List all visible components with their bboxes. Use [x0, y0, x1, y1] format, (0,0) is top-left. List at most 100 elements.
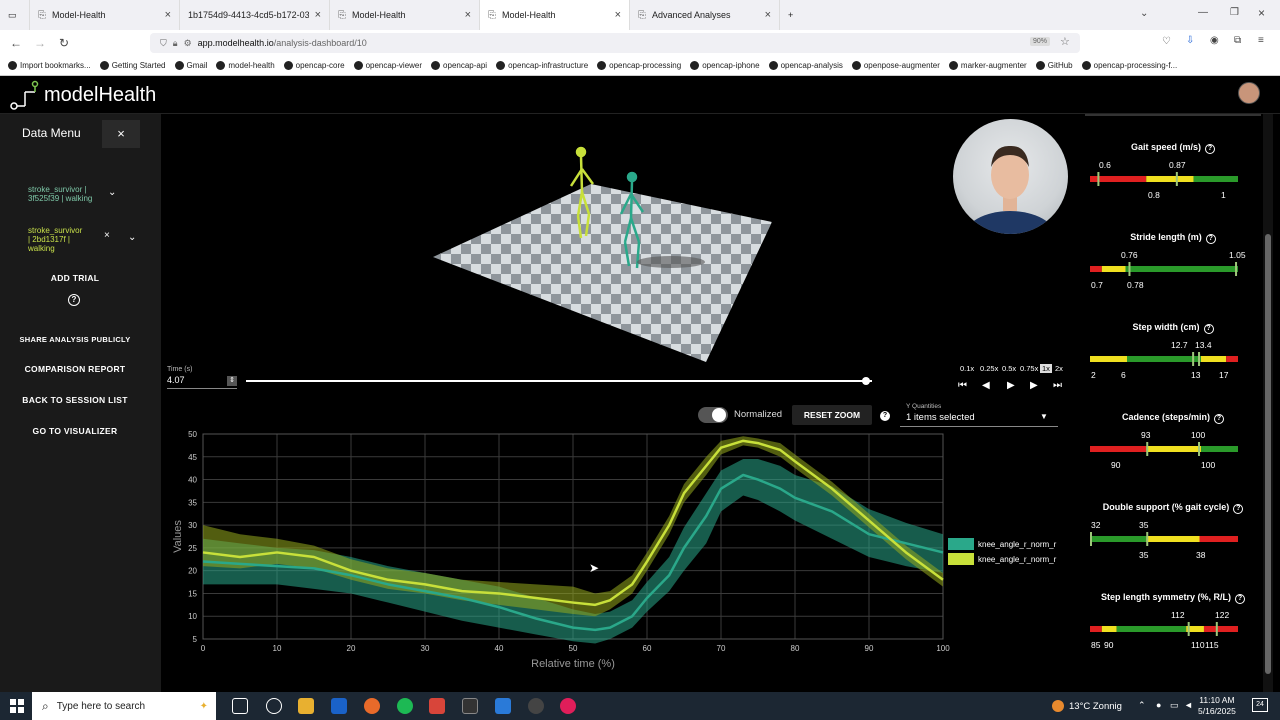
extensions-icon[interactable]: ⧉ [1234, 35, 1241, 46]
close-icon[interactable]: × [465, 9, 471, 21]
url-input[interactable]: ⛉ 🔒︎ ⚙ app.modelhealth.io/analysis-dashb… [150, 33, 1080, 53]
account-icon[interactable]: ◉ [1210, 35, 1219, 46]
timeline-handle[interactable] [861, 377, 870, 385]
new-tab-button[interactable]: + [780, 0, 810, 30]
download-icon[interactable]: ⇩ [1186, 35, 1194, 46]
task-view-icon[interactable] [232, 698, 248, 714]
add-trial-button[interactable]: ADD TRIAL [12, 273, 138, 283]
page-scrollbar[interactable] [1263, 114, 1273, 692]
scrollbar-thumb[interactable] [1265, 234, 1271, 674]
legend-item-2[interactable]: knee_angle_r_norm_r [948, 553, 1056, 565]
vscode-icon[interactable] [495, 698, 511, 714]
comparison-report-button[interactable]: COMPARISON REPORT [12, 364, 138, 374]
volume-icon[interactable]: ◄ [1184, 700, 1193, 710]
bookmark-item[interactable]: GitHub [1035, 61, 1073, 70]
speed-option-0-25x[interactable]: 0.25x [980, 364, 998, 373]
speed-option-0-1x[interactable]: 0.1x [960, 364, 974, 373]
3d-viewer[interactable] [161, 114, 1085, 364]
windows-start-icon[interactable] [10, 699, 24, 713]
step-back-icon[interactable]: ◀ [982, 380, 990, 391]
bookmark-item[interactable]: opencap-analysis [768, 61, 843, 70]
browser-tab-3[interactable]: ⎘ Model-Health × [330, 0, 480, 30]
help-icon[interactable]: ? [1214, 414, 1225, 424]
bookmark-item[interactable]: opencap-api [431, 61, 487, 70]
timeline-track[interactable] [246, 380, 872, 382]
go-to-visualizer-button[interactable]: GO TO VISUALIZER [12, 426, 138, 436]
minimize-icon[interactable]: — [1198, 7, 1208, 18]
skip-end-icon[interactable]: ⏭ [1053, 380, 1062, 391]
help-icon[interactable]: ? [1233, 504, 1244, 514]
bookmark-item[interactable]: marker-augmenter [948, 61, 1027, 70]
weather-widget[interactable]: 13°C Zonnig [1052, 700, 1122, 712]
normalized-toggle[interactable] [698, 407, 728, 423]
recorder-icon[interactable] [429, 698, 445, 714]
help-icon[interactable]: ? [1205, 144, 1216, 154]
bookmark-item[interactable]: openpose-augmenter [851, 61, 940, 70]
bookmark-item[interactable]: opencap-processing [597, 61, 681, 70]
microphone-icon[interactable]: ● [1156, 700, 1161, 710]
speed-option-2x[interactable]: 2x [1055, 364, 1063, 373]
close-icon[interactable]: × [315, 9, 321, 21]
restore-icon[interactable]: ❐ [1230, 7, 1239, 18]
star-icon[interactable]: ☆ [1060, 35, 1070, 48]
spotify-icon[interactable] [397, 698, 413, 714]
menu-icon[interactable]: ≡ [1258, 35, 1264, 46]
bookmark-item[interactable]: model-health [216, 61, 275, 70]
bookmark-item[interactable]: Getting Started [99, 61, 166, 70]
cortana-icon[interactable] [266, 698, 282, 714]
network-icon[interactable]: ▭ [1170, 700, 1179, 711]
bookmark-item[interactable]: opencap-core [283, 61, 345, 70]
bookmark-item[interactable]: Import bookmarks... [8, 61, 91, 70]
bookmark-item[interactable]: opencap-iphone [690, 61, 760, 70]
chevron-down-icon[interactable]: ⌄ [128, 232, 136, 243]
chevron-down-icon[interactable]: ⌄ [1140, 8, 1148, 19]
app-logo[interactable]: modelHealth [10, 80, 156, 110]
bookmark-item[interactable]: opencap-viewer [353, 61, 422, 70]
help-icon[interactable]: ? [1203, 324, 1214, 334]
notification-icon[interactable]: 24 [1252, 698, 1268, 712]
back-arrow-icon[interactable]: ← [4, 36, 28, 50]
share-analysis-button[interactable]: SHARE ANALYSIS PUBLICLY [12, 335, 138, 344]
bookmark-item[interactable]: opencap-infrastructure [496, 61, 588, 70]
reload-icon[interactable]: ↻ [52, 36, 76, 50]
knee-angle-chart[interactable]: 0 10 20 30 40 50 60 70 80 90 100 5 10 15 20 25 30 35 40 45 5… [161, 425, 951, 677]
step-forward-icon[interactable]: ▶ [1030, 380, 1038, 391]
firefox-icon[interactable] [364, 698, 380, 714]
reset-zoom-button[interactable]: RESET ZOOM [792, 405, 872, 425]
pocket-icon[interactable]: ♡ [1162, 36, 1171, 47]
user-avatar[interactable] [1238, 82, 1260, 104]
play-icon[interactable]: ▶ [1007, 380, 1015, 391]
chevron-down-icon[interactable]: ⌄ [108, 187, 116, 198]
help-icon[interactable]: ? [1235, 594, 1246, 604]
trial-item-1[interactable]: stroke_survivor | 3f525f39 | walking [28, 185, 92, 203]
browser-tab-1[interactable]: ⎘ Model-Health × [30, 0, 180, 30]
terminal-icon[interactable] [462, 698, 478, 714]
speed-option-0-5x[interactable]: 0.5x [1002, 364, 1016, 373]
remove-trial-icon[interactable]: × [104, 230, 110, 241]
zoom-level[interactable]: 90% [1030, 37, 1051, 46]
stepper-icon[interactable]: ⇕ [227, 376, 237, 386]
taskbar-search-input[interactable]: ⌕ Type here to search ✦ [32, 692, 216, 720]
system-clock[interactable]: 11:10 AM 5/16/2025 [1198, 695, 1236, 717]
bookmark-item[interactable]: opencap-processing-f... [1081, 61, 1177, 70]
trial-item-2[interactable]: stroke_survivor | 2bd1317f | walking [28, 226, 82, 253]
browser-tab-5[interactable]: ⎘ Advanced Analyses × [630, 0, 780, 30]
sidebar-close-button[interactable]: × [102, 120, 140, 148]
slack-icon[interactable] [560, 698, 576, 714]
forward-arrow-icon[interactable]: → [28, 36, 52, 50]
close-icon[interactable]: × [615, 9, 621, 21]
skip-start-icon[interactable]: ⏮ [958, 380, 967, 391]
speed-option-1x[interactable]: 1x [1040, 364, 1052, 373]
help-icon[interactable]: ? [68, 294, 80, 306]
close-icon[interactable]: × [165, 9, 171, 21]
speed-option-0-75x[interactable]: 0.75x [1020, 364, 1038, 373]
bookmark-item[interactable]: Gmail [174, 61, 207, 70]
obs-icon[interactable] [528, 698, 544, 714]
legend-item-1[interactable]: knee_angle_r_norm_r [948, 538, 1056, 550]
browser-tab-4[interactable]: ⎘ Model-Health × [480, 0, 630, 30]
y-quantities-select[interactable]: Y Quantities 1 items selected ▼ [900, 403, 1058, 427]
tab-overview-button[interactable]: ▭ [0, 0, 30, 30]
file-explorer-icon[interactable] [298, 698, 314, 714]
close-icon[interactable]: × [765, 9, 771, 21]
window-close-icon[interactable]: × [1258, 6, 1265, 20]
